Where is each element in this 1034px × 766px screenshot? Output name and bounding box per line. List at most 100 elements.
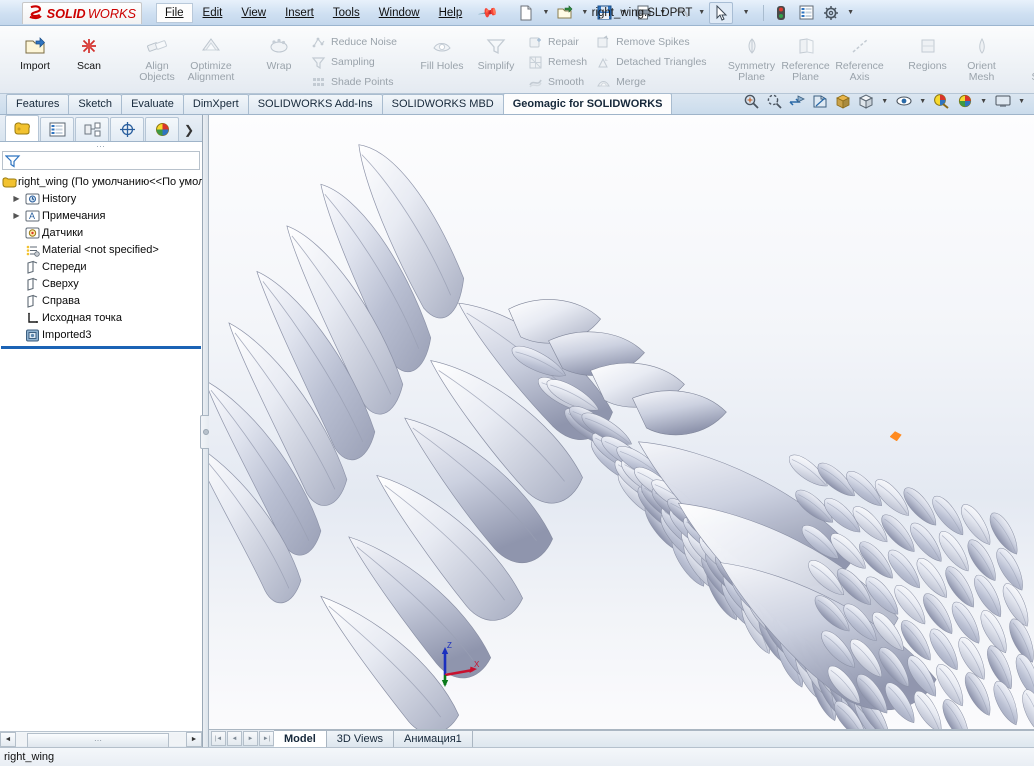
menu-item-insert[interactable]: Insert [276,3,323,23]
reference-plane-button[interactable]: Reference Plane [779,29,833,83]
hide-show-dropdown-caret[interactable]: ▼ [916,98,929,105]
open-document-dropdown-caret[interactable]: ▼ [578,9,591,16]
menu-item-view[interactable]: View [232,3,275,23]
select-arrow-icon[interactable] [709,1,734,24]
tab-geomagic-for-solidworks[interactable]: Geomagic for SOLIDWORKS [502,93,673,114]
remove-spikes-button[interactable]: Remove Spikes [591,32,710,52]
tab-solidworks-mbd[interactable]: SOLIDWORKS MBD [381,94,504,114]
tab-first-button[interactable]: |◄ [211,731,226,746]
edit-appearance-icon[interactable] [931,91,952,112]
tab-evaluate[interactable]: Evaluate [121,94,184,114]
import-button[interactable]: Import [8,29,62,72]
tree-item-root[interactable]: right_wing (По умолчанию<<По умолча [0,173,202,190]
tree-item-imported3[interactable]: Imported3 [0,326,202,343]
tree-item-annotations[interactable]: ▶ A Примечания [0,207,202,224]
tab-features[interactable]: Features [6,94,70,114]
rebuild-icon[interactable] [769,2,793,24]
symmetry-plane-button[interactable]: Symmetry Plane [725,29,779,83]
tab-solidworks-add-ins[interactable]: SOLIDWORKS Add-Ins [247,94,383,114]
hscroll-track[interactable]: ⋯ [16,733,186,748]
pushpin-icon[interactable]: 📌 [477,1,500,23]
reduce-noise-button[interactable]: Reduce Noise [306,32,401,52]
merge-button[interactable]: Merge [591,72,710,92]
regions-button[interactable]: Regions [901,29,955,72]
align-objects-button[interactable]: Align Objects [130,29,184,83]
filter-input[interactable] [21,153,199,168]
wrap-button[interactable]: Wrap [252,29,306,72]
tab-sketch[interactable]: Sketch [68,94,123,114]
feature-manager-tab[interactable] [5,115,39,141]
panel-more-chevron-icon[interactable]: ❯ [184,123,202,141]
print-dropdown-caret[interactable]: ▼ [656,9,669,16]
orient-mesh-button[interactable]: Orient Mesh [955,29,1009,83]
property-manager-tab[interactable] [40,117,74,141]
tab-prev-button[interactable]: ◄ [227,731,242,746]
tree-item-front-plane[interactable]: Спереди [0,258,202,275]
hscroll-right-arrow[interactable]: ► [186,732,202,747]
hscroll-left-arrow[interactable]: ◄ [0,732,16,747]
auto-surface-button[interactable]: Auto Surface [1023,29,1034,83]
save-icon[interactable] [592,2,616,24]
menu-item-tools[interactable]: Tools [324,3,369,23]
settings-dropdown-caret[interactable]: ▼ [844,9,857,16]
display-manager-tab[interactable] [145,117,179,141]
tab-last-button[interactable]: ►| [259,731,274,746]
zoom-to-area-icon[interactable] [763,91,784,112]
tree-item-right-plane[interactable]: Справа [0,292,202,309]
optimize-alignment-button[interactable]: Optimize Alignment [184,29,238,83]
reference-axis-button[interactable]: Reference Axis [833,29,887,83]
fill-holes-button[interactable]: Fill Holes [415,29,469,72]
tree-item-material[interactable]: Material <not specified> [0,241,202,258]
zoom-to-fit-icon[interactable] [740,91,761,112]
tree-item-history[interactable]: ▶ History [0,190,202,207]
select-dropdown-caret[interactable]: ▼ [734,2,758,24]
new-document-dropdown-caret[interactable]: ▼ [539,9,552,16]
display-monitor-dropdown-caret[interactable]: ▼ [1015,98,1028,105]
tree-expander[interactable]: ▶ [10,194,23,203]
display-monitor-icon[interactable] [992,91,1013,112]
menu-item-edit[interactable]: Edit [194,3,232,23]
repair-button[interactable]: Repair [523,32,591,52]
print-icon[interactable] [631,2,655,24]
feature-tree-hscrollbar[interactable]: ◄ ⋯ ► [0,731,202,748]
apply-scene-dropdown-caret[interactable]: ▼ [977,98,990,105]
undo-icon[interactable] [670,2,694,24]
menu-item-window[interactable]: Window [370,3,429,23]
section-view-icon[interactable] [809,91,830,112]
feature-tree-filter[interactable] [2,151,200,170]
detached-triangles-button[interactable]: Detached Triangles [591,52,710,72]
display-style-dropdown-caret[interactable]: ▼ [878,98,891,105]
settings-gear-icon[interactable] [819,2,843,24]
new-document-icon[interactable] [514,2,538,24]
view-orientation-icon[interactable] [832,91,853,112]
undo-dropdown-caret[interactable]: ▼ [695,9,708,16]
options-list-icon[interactable] [794,2,818,24]
scan-button[interactable]: Scan [62,29,116,72]
bottom-tab-animation[interactable]: Анимация1 [394,730,473,747]
display-style-icon[interactable] [855,91,876,112]
rollback-bar[interactable] [1,346,201,349]
open-document-icon[interactable] [553,2,577,24]
tree-expander[interactable]: ▶ [10,211,23,220]
sampling-button[interactable]: Sampling [306,52,401,72]
smooth-button[interactable]: Smooth [523,72,591,92]
hide-show-items-icon[interactable] [893,91,914,112]
tree-item-sensors[interactable]: Датчики [0,224,202,241]
wing-mesh-model[interactable] [209,115,1034,729]
hscroll-thumb[interactable]: ⋯ [27,733,169,748]
remesh-button[interactable]: Remesh [523,52,591,72]
save-dropdown-caret[interactable]: ▼ [617,9,630,16]
menu-item-file[interactable]: File [156,2,193,23]
menu-item-help[interactable]: Help [430,3,472,23]
simplify-button[interactable]: Simplify [469,29,523,72]
tab-next-button[interactable]: ► [243,731,258,746]
configuration-manager-tab[interactable] [75,117,109,141]
apply-scene-icon[interactable] [954,91,975,112]
dimxpert-manager-tab[interactable] [110,117,144,141]
shade-points-button[interactable]: Shade Points [306,72,401,92]
bottom-tab-model[interactable]: Model [274,730,327,747]
graphics-viewport[interactable]: Z X [209,115,1034,729]
bottom-tab-3d-views[interactable]: 3D Views [326,730,395,747]
tab-dimxpert[interactable]: DimXpert [182,94,249,114]
tree-item-origin[interactable]: Исходная точка [0,309,202,326]
